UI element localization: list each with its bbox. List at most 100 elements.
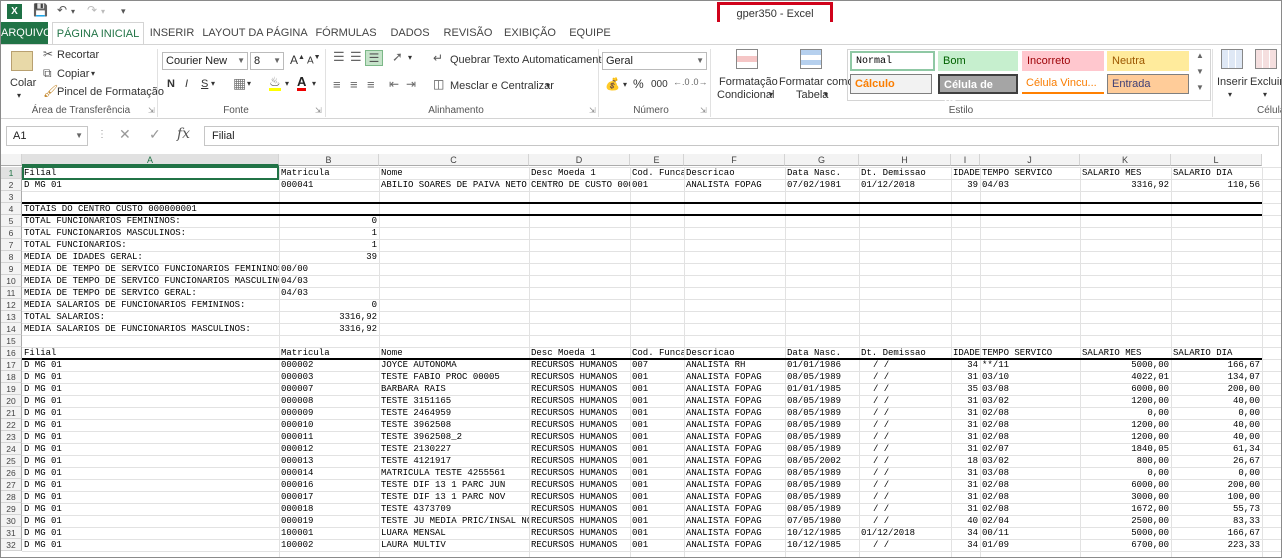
row-header[interactable]: 3: [1, 191, 22, 203]
cell[interactable]: / /: [859, 371, 951, 383]
format-as-table-button[interactable]: Formatar como: [779, 76, 854, 88]
cell[interactable]: 31: [951, 407, 980, 419]
row-header[interactable]: 18: [1, 371, 22, 383]
column-header-e[interactable]: E: [630, 154, 684, 166]
cell[interactable]: 800,00: [1080, 455, 1171, 467]
cell[interactable]: 02/04: [980, 515, 1080, 527]
column-header-d[interactable]: D: [529, 154, 630, 166]
tab-insert[interactable]: INSERIR: [144, 22, 200, 44]
cell[interactable]: 08/05/1989: [785, 419, 859, 431]
delete-cells-icon[interactable]: [1255, 49, 1277, 69]
clipboard-launcher-icon[interactable]: ⇲: [148, 106, 155, 115]
cell[interactable]: 08/05/1989: [785, 503, 859, 515]
row-header[interactable]: 6: [1, 227, 22, 239]
cell[interactable]: 31: [951, 467, 980, 479]
cell[interactable]: / /: [859, 431, 951, 443]
paste-button[interactable]: Colar: [10, 77, 36, 89]
cell[interactable]: 000008: [279, 395, 379, 407]
tab-file[interactable]: ARQUIVO: [1, 22, 52, 44]
thousands-button[interactable]: 000: [651, 79, 668, 90]
cell[interactable]: D MG 01: [22, 395, 279, 407]
formula-input[interactable]: Filial: [204, 126, 1279, 146]
row-header[interactable]: 21: [1, 407, 22, 419]
cell[interactable]: 39: [951, 179, 980, 191]
cell[interactable]: D MG 01: [22, 371, 279, 383]
cell[interactable]: 01/01/1985: [785, 383, 859, 395]
cell[interactable]: D MG 01: [22, 539, 279, 551]
cell[interactable]: 134,07: [1171, 371, 1262, 383]
cell[interactable]: 3316,92: [279, 323, 379, 335]
cell[interactable]: RECURSOS HUMANOS: [529, 419, 630, 431]
cell[interactable]: 02/08: [980, 419, 1080, 431]
cell[interactable]: / /: [859, 491, 951, 503]
row-header[interactable]: 25: [1, 455, 22, 467]
paste-icon[interactable]: [11, 51, 33, 71]
italic-button[interactable]: I: [185, 78, 188, 90]
paste-dropdown-icon[interactable]: ▾: [17, 91, 21, 100]
cell[interactable]: 02/08: [980, 431, 1080, 443]
row-header[interactable]: 12: [1, 299, 22, 311]
row-header[interactable]: 2: [1, 179, 22, 191]
column-header-f[interactable]: F: [684, 154, 785, 166]
style-calculation[interactable]: Cálculo: [850, 74, 932, 94]
cell[interactable]: MATRICULA TESTE 4255561: [379, 467, 529, 479]
cell[interactable]: 00/11: [980, 527, 1080, 539]
delete-dropdown-icon[interactable]: ▾: [1263, 90, 1267, 99]
style-neutral[interactable]: Neutra: [1107, 51, 1189, 71]
tab-team[interactable]: EQUIPE: [562, 22, 618, 44]
cell[interactable]: 110,56: [1171, 179, 1262, 191]
cell[interactable]: TOTAL FUNCIONARIOS MASCULINOS:: [22, 227, 279, 239]
cell[interactable]: 40,00: [1171, 431, 1262, 443]
cell[interactable]: / /: [859, 359, 951, 371]
cell[interactable]: / /: [859, 503, 951, 515]
cell[interactable]: TOTAL FUNCIONARIOS FEMININOS:: [22, 215, 279, 227]
tab-home[interactable]: PÁGINA INICIAL: [52, 22, 144, 45]
column-header-l[interactable]: L: [1171, 154, 1262, 166]
align-center-icon[interactable]: ≡: [350, 77, 358, 92]
format-painter-button[interactable]: Pincel de Formatação: [57, 86, 164, 98]
cell[interactable]: 001: [630, 443, 684, 455]
font-launcher-icon[interactable]: ⇲: [315, 106, 322, 115]
insert-cells-button[interactable]: Inserir: [1217, 76, 1248, 88]
cell[interactable]: 000041: [279, 179, 379, 191]
cell[interactable]: 5000,00: [1080, 359, 1171, 371]
cell[interactable]: 001: [630, 515, 684, 527]
fill-dropdown-icon[interactable]: ▾: [285, 79, 289, 88]
cell[interactable]: RECURSOS HUMANOS: [529, 443, 630, 455]
cell[interactable]: ANALISTA FOPAG: [684, 527, 785, 539]
cell[interactable]: 40,00: [1171, 395, 1262, 407]
cell[interactable]: 0,00: [1171, 407, 1262, 419]
cell[interactable]: 03/08: [980, 383, 1080, 395]
underline-dropdown-icon[interactable]: ▾: [211, 79, 215, 88]
row-header[interactable]: 5: [1, 215, 22, 227]
alignment-launcher-icon[interactable]: ⇲: [589, 106, 596, 115]
cell[interactable]: RECURSOS HUMANOS: [529, 407, 630, 419]
cell[interactable]: 223,33: [1171, 539, 1262, 551]
cell[interactable]: 40: [951, 515, 980, 527]
cell[interactable]: 02/08: [980, 407, 1080, 419]
cell[interactable]: Matricula: [279, 167, 379, 179]
cell[interactable]: 10/12/1985: [785, 539, 859, 551]
cell[interactable]: 31: [951, 395, 980, 407]
cell[interactable]: 200,00: [1171, 383, 1262, 395]
cell[interactable]: 000016: [279, 479, 379, 491]
style-input[interactable]: Entrada: [1107, 74, 1189, 94]
orientation-icon[interactable]: ➚: [392, 49, 403, 65]
row-header[interactable]: 11: [1, 287, 22, 299]
cell[interactable]: / /: [859, 419, 951, 431]
row-header[interactable]: 1: [1, 167, 22, 179]
cell[interactable]: RECURSOS HUMANOS: [529, 527, 630, 539]
cell[interactable]: ANALISTA FOPAG: [684, 431, 785, 443]
wrap-text-button[interactable]: Quebrar Texto Automaticamente: [450, 54, 608, 66]
tab-view[interactable]: EXIBIÇÃO: [498, 22, 562, 44]
row-header[interactable]: 32: [1, 539, 22, 551]
cell[interactable]: D MG 01: [22, 467, 279, 479]
cell[interactable]: 2500,00: [1080, 515, 1171, 527]
borders-dropdown-icon[interactable]: ▾: [247, 79, 251, 88]
cell[interactable]: 000014: [279, 467, 379, 479]
cell[interactable]: 40,00: [1171, 419, 1262, 431]
cell[interactable]: 000002: [279, 359, 379, 371]
borders-icon[interactable]: ▦: [233, 75, 246, 92]
cell[interactable]: 001: [630, 455, 684, 467]
cell[interactable]: MEDIA DE TEMPO DE SERVICO FUNCIONARIOS F…: [22, 263, 279, 275]
